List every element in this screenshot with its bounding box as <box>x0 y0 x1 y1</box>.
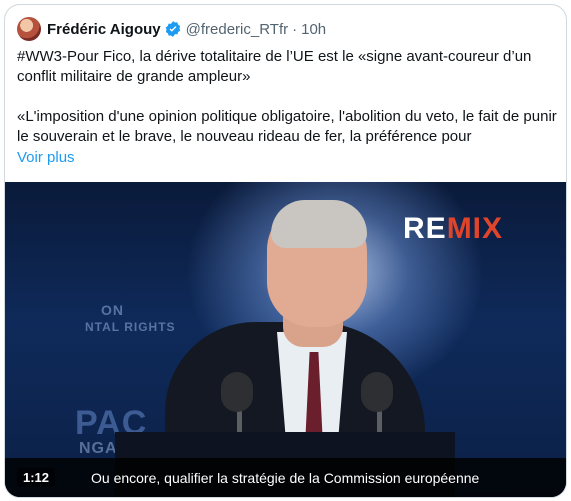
video-player[interactable]: ON NTAL RIGHTS PAC NGARY REMIX 1:12 Ou e… <box>5 182 566 497</box>
microphone-right-icon <box>361 372 393 412</box>
author-handle[interactable]: @frederic_RTfr <box>186 21 288 38</box>
video-frame: ON NTAL RIGHTS PAC NGARY REMIX <box>5 182 566 497</box>
remix-logo: REMIX <box>403 212 503 246</box>
tweet-text: #WW3-Pour Fico, la dérive totalitaire de… <box>17 47 557 147</box>
tweet-card[interactable]: Frédéric Aigouy @frederic_RTfr · 10h #WW… <box>4 4 567 498</box>
tweet-header: Frédéric Aigouy @frederic_RTfr · 10h <box>17 17 326 41</box>
separator-dot: · <box>292 20 298 38</box>
remix-logo-mix: MIX <box>446 212 504 245</box>
timestamp[interactable]: 10h <box>301 21 326 38</box>
video-caption: Ou encore, qualifier la stratégie de la … <box>91 470 480 486</box>
microphone-left-icon <box>221 372 253 412</box>
remix-logo-re: RE <box>403 212 447 245</box>
verified-badge-icon <box>164 20 182 38</box>
speaker-hair <box>271 200 367 248</box>
show-more-link[interactable]: Voir plus <box>17 149 75 166</box>
avatar[interactable] <box>17 17 41 41</box>
background-text-2: NTAL RIGHTS <box>85 320 176 334</box>
tweet-text-paragraph-2: «L'imposition d'une opinion politique ob… <box>17 108 557 145</box>
video-timecode[interactable]: 1:12 <box>17 468 56 487</box>
background-text-1: ON <box>101 302 124 318</box>
tweet-text-paragraph-1: #WW3-Pour Fico, la dérive totalitaire de… <box>17 48 532 85</box>
author-name[interactable]: Frédéric Aigouy <box>47 21 161 38</box>
